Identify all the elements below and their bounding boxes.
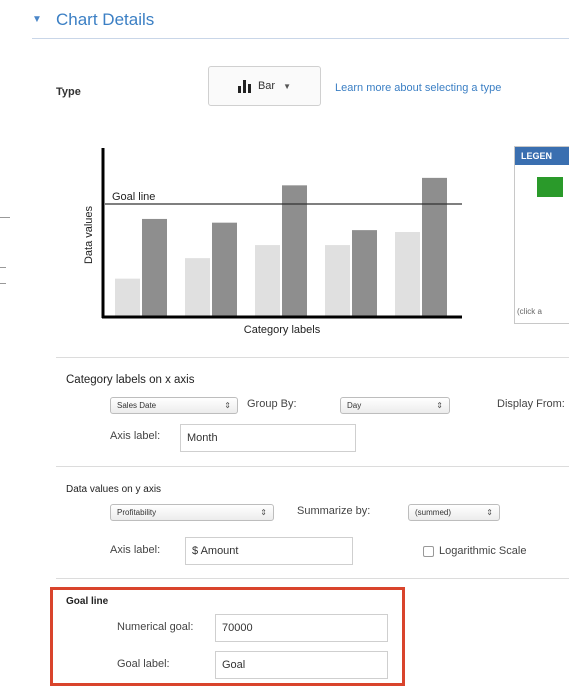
bar-chart-icon (237, 79, 251, 93)
summarize-by-select[interactable]: (summed) ⇕ (408, 504, 500, 521)
chart-type-dropdown[interactable]: Bar ▼ (208, 66, 321, 106)
chevron-down-icon: ▼ (283, 81, 292, 91)
goal-label-input[interactable]: Goal (215, 651, 388, 679)
bar-dark-3 (282, 185, 307, 316)
select-arrows-icon: ⇕ (436, 401, 443, 410)
collapse-arrow-icon[interactable]: ▼ (32, 14, 42, 25)
learn-more-link[interactable]: Learn more about selecting a type (335, 82, 501, 94)
chart-preview: Goal line Data values Category labels (60, 140, 480, 350)
bar-light-3 (255, 245, 280, 316)
y-axis-section-title: Data values on y axis (66, 484, 162, 495)
display-from-label: Display From: (497, 398, 565, 410)
group-by-value: Day (347, 401, 362, 410)
numerical-goal-input[interactable]: 70000 (215, 614, 388, 642)
group-by-label: Group By: (247, 398, 297, 410)
bar-dark-2 (212, 222, 237, 316)
legend-panel: LEGEN (click a (514, 146, 569, 324)
select-arrows-icon: ⇕ (260, 508, 267, 517)
bar-light-5 (395, 232, 420, 316)
y-axis-label-input[interactable]: $ Amount (185, 537, 353, 565)
bar-light-1 (115, 278, 140, 316)
divider (56, 578, 569, 579)
legend-note: (click a (517, 307, 542, 316)
summarize-by-value: (summed) (415, 508, 452, 517)
chart-svg: Goal line Data values Category labels (83, 148, 462, 336)
numerical-goal-label: Numerical goal: (117, 621, 194, 633)
goal-label-label: Goal label: (117, 658, 170, 670)
x-axis-section-title: Category labels on x axis (66, 374, 195, 386)
bar-light-4 (325, 245, 350, 316)
bar-light-2 (185, 258, 210, 316)
goal-section-title: Goal line (66, 596, 109, 607)
x-axis-label-input[interactable]: Month (180, 424, 356, 452)
edge-mark (0, 283, 6, 284)
edge-mark (0, 267, 6, 268)
y-axis-title: Data values (83, 205, 95, 264)
chart-type-value: Bar (257, 80, 276, 92)
bar-dark-5 (422, 177, 447, 316)
x-axis-label-label: Axis label: (110, 430, 161, 442)
log-scale-label: Logarithmic Scale (439, 545, 527, 557)
edge-mark (0, 217, 10, 218)
divider (56, 466, 569, 467)
divider (56, 357, 569, 358)
select-arrows-icon: ⇕ (224, 401, 231, 410)
x-axis-title: Category labels (244, 324, 321, 336)
log-scale-checkbox[interactable] (423, 546, 434, 557)
legend-title: LEGEN (515, 147, 569, 165)
y-field-value: Profitability (117, 508, 157, 517)
group-by-select[interactable]: Day ⇕ (340, 397, 450, 414)
x-field-value: Sales Date (117, 401, 157, 410)
section-title[interactable]: Chart Details (56, 10, 154, 30)
type-label: Type (56, 86, 81, 98)
x-field-select[interactable]: Sales Date ⇕ (110, 397, 238, 414)
y-axis-label-label: Axis label: (110, 544, 161, 556)
y-field-select[interactable]: Profitability ⇕ (110, 504, 274, 521)
bar-dark-1 (142, 218, 167, 316)
bar-dark-4 (352, 230, 377, 316)
legend-swatch[interactable] (537, 177, 563, 197)
goal-line-text: Goal line (112, 191, 155, 203)
summarize-by-label: Summarize by: (297, 505, 371, 517)
select-arrows-icon: ⇕ (486, 508, 493, 517)
